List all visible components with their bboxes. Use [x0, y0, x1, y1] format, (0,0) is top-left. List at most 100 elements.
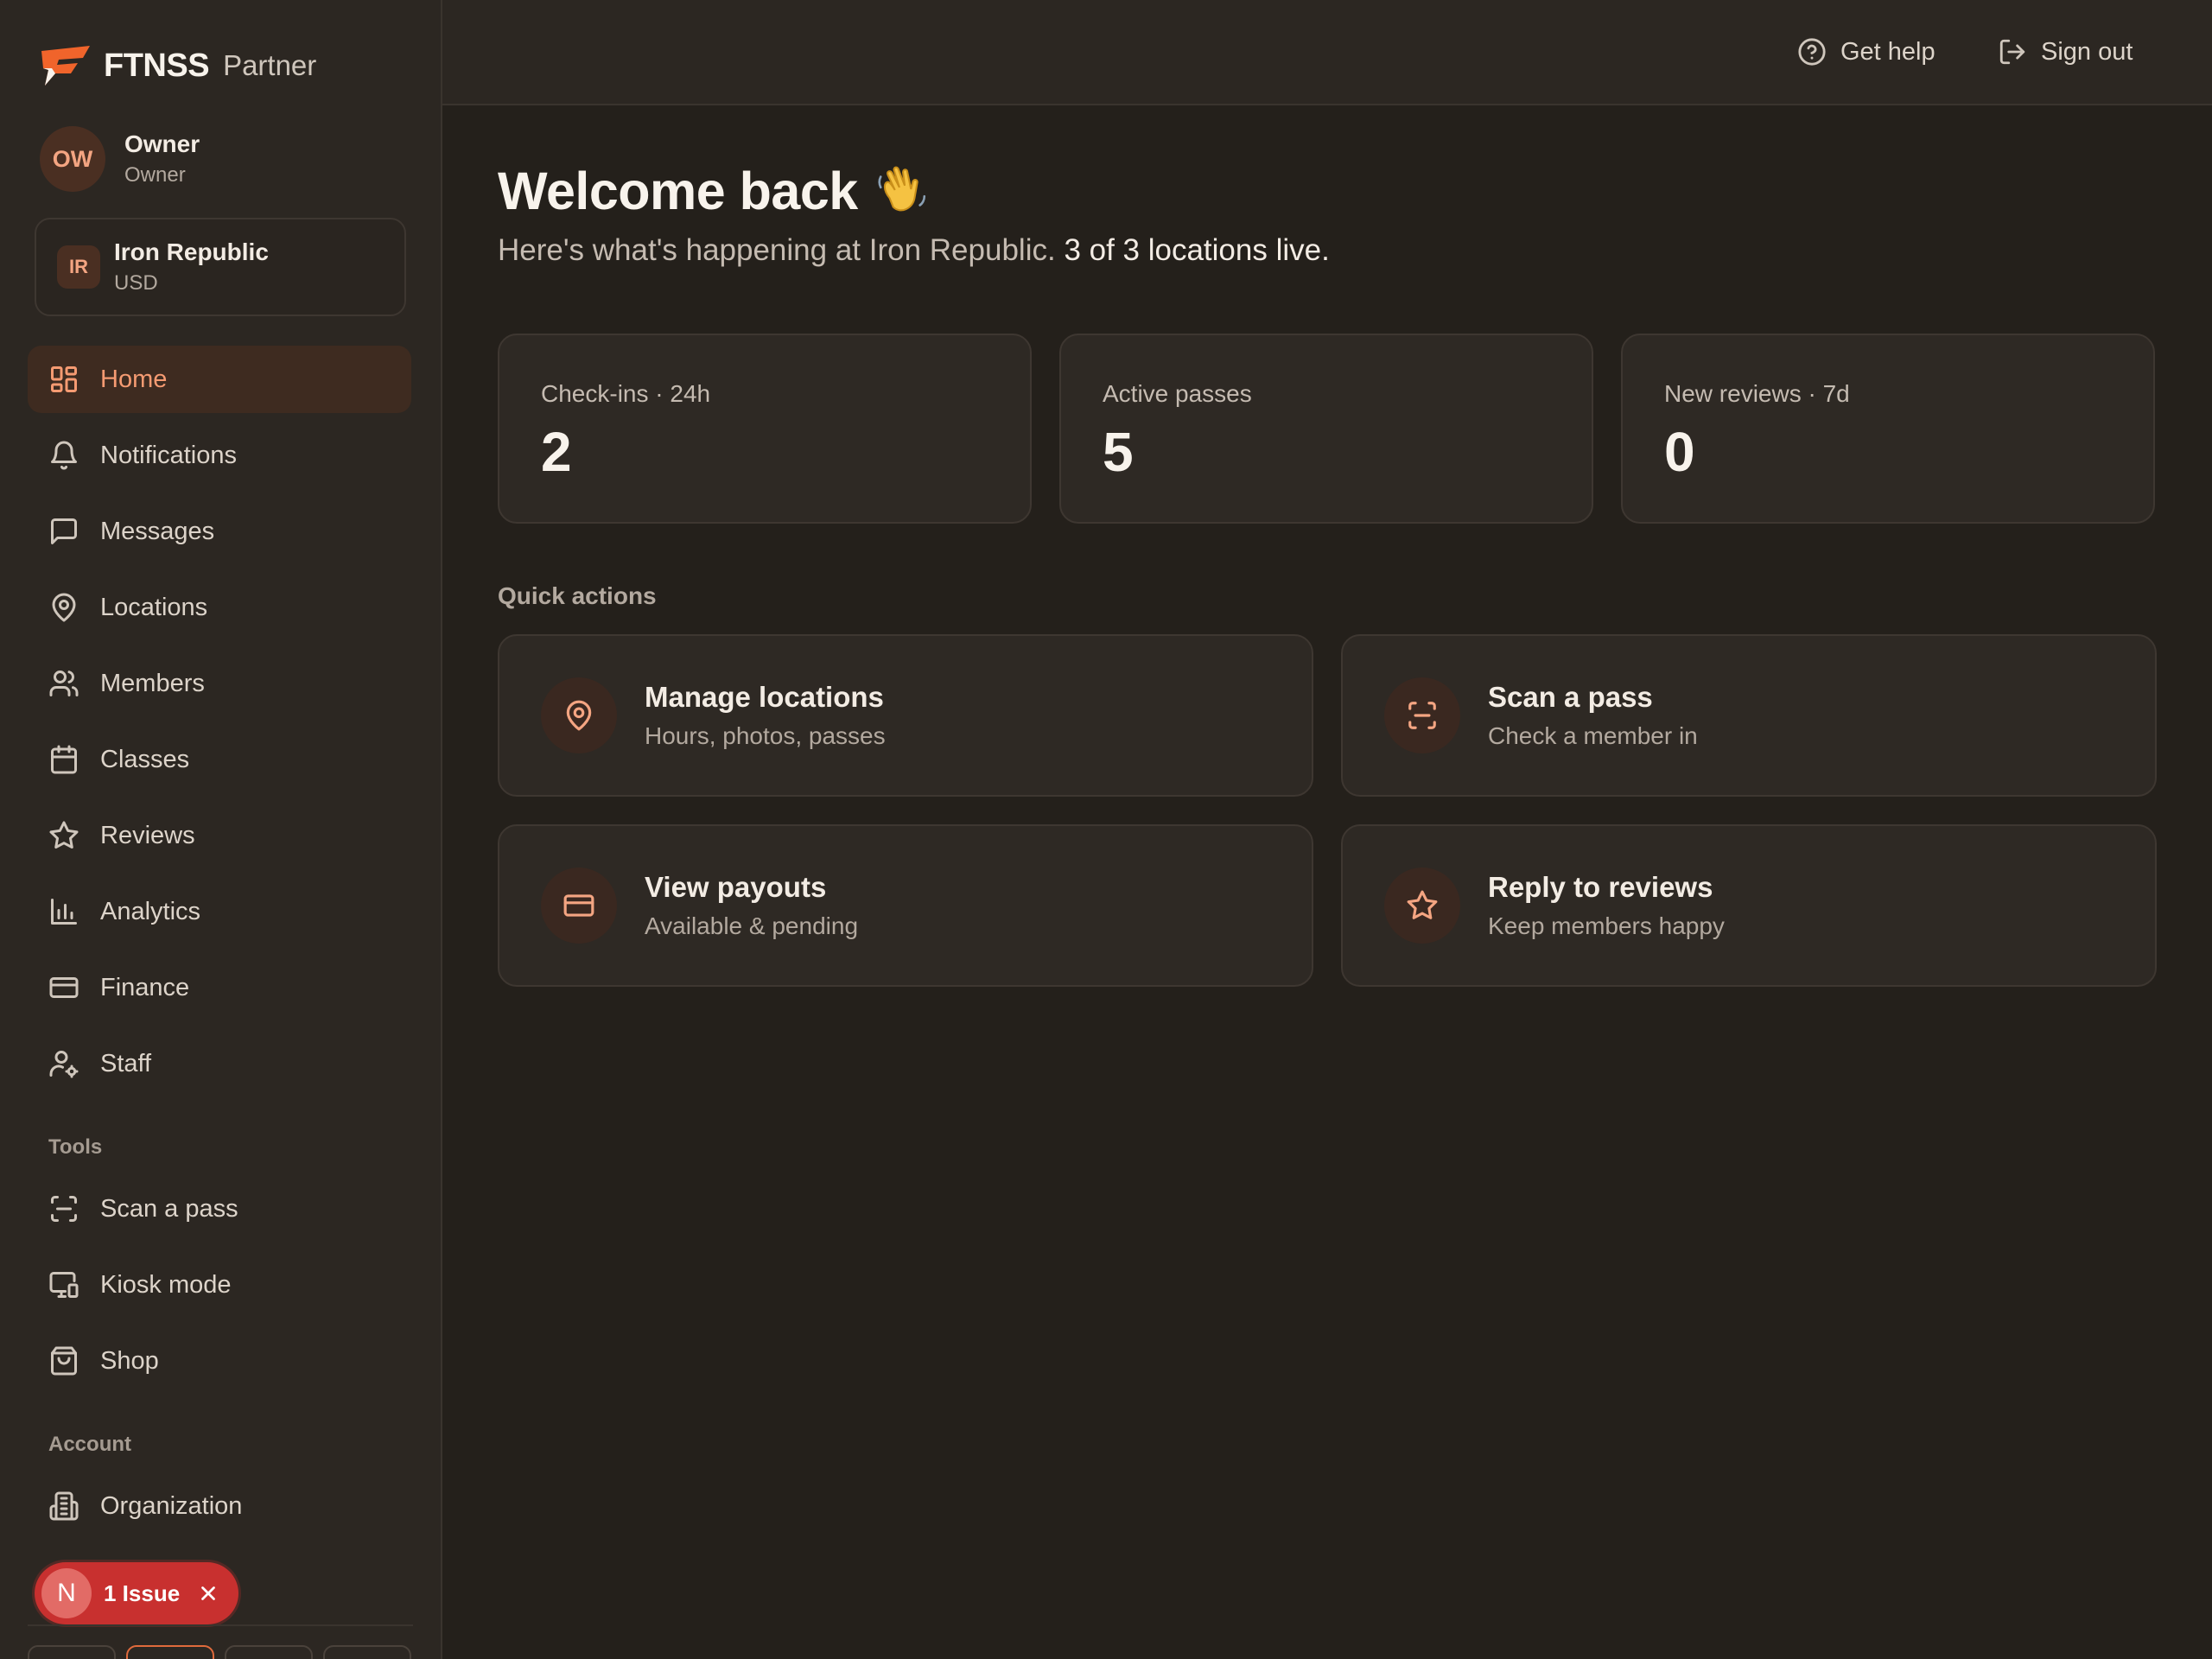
sidebar-item-classes[interactable]: Classes: [28, 726, 411, 793]
section-label-account: Account: [48, 1433, 131, 1456]
action-subtitle: Hours, photos, passes: [645, 722, 886, 749]
user-cog-icon: [49, 1051, 79, 1078]
sidebar-item-label: Reviews: [100, 821, 195, 849]
brand-sub: Partner: [223, 49, 317, 81]
sidebar-item-locations[interactable]: Locations: [28, 574, 411, 641]
sidebar-item-scan-pass[interactable]: Scan a pass: [28, 1175, 411, 1243]
credit-card-icon: [49, 977, 79, 998]
action-subtitle: Available & pending: [645, 912, 859, 939]
sidebar-item-messages[interactable]: Messages: [28, 498, 411, 565]
users-icon: [49, 671, 79, 696]
view-payouts-action[interactable]: View payouts Available & pending: [498, 824, 1313, 987]
log-out-icon: [1999, 39, 2025, 65]
user-profile[interactable]: OW Owner Owner: [40, 126, 200, 192]
sidebar-item-reviews[interactable]: Reviews: [28, 802, 411, 869]
stat-value: 5: [1103, 421, 1134, 483]
bottom-tab[interactable]: [323, 1645, 411, 1659]
manage-locations-action[interactable]: Manage locations Hours, photos, passes: [498, 634, 1313, 797]
get-help-label: Get help: [1840, 37, 1936, 66]
sign-out-button[interactable]: Sign out: [1998, 35, 2133, 69]
sidebar-item-kiosk-mode[interactable]: Kiosk mode: [28, 1251, 411, 1319]
sidebar-item-label: Finance: [100, 973, 190, 1001]
quick-actions-title: Quick actions: [498, 582, 657, 609]
avatar: OW: [40, 126, 105, 192]
sidebar-item-label: Home: [100, 365, 168, 393]
sidebar-item-label: Notifications: [100, 441, 237, 469]
action-title: Scan a pass: [1488, 681, 1653, 713]
stat-label: Check-ins · 24h: [541, 380, 711, 407]
credit-card-icon: [563, 894, 594, 917]
stat-value: 0: [1664, 421, 1695, 483]
organization-switcher[interactable]: IR Iron Republic USD: [35, 218, 406, 316]
sidebar-item-notifications[interactable]: Notifications: [28, 422, 411, 489]
action-title: View payouts: [645, 871, 827, 903]
issue-count: 1 Issue: [104, 1580, 181, 1606]
sidebar-item-analytics[interactable]: Analytics: [28, 878, 411, 945]
section-label-tools: Tools: [48, 1135, 103, 1159]
action-subtitle: Keep members happy: [1488, 912, 1725, 939]
bell-icon: [51, 441, 77, 470]
page-title: Welcome back: [498, 162, 858, 220]
divider: [28, 1624, 413, 1626]
help-circle-icon: [1798, 38, 1826, 66]
sidebar-item-label: Members: [100, 669, 205, 697]
action-icon-wrap: [541, 677, 617, 753]
monitor-icon: [49, 1272, 79, 1298]
grid-icon: [51, 366, 77, 392]
org-currency: USD: [114, 271, 158, 295]
topbar: Get help Sign out: [442, 0, 2212, 105]
sidebar-item-home[interactable]: Home: [28, 346, 411, 413]
bottom-tab[interactable]: [28, 1645, 116, 1659]
action-title: Manage locations: [645, 681, 884, 713]
stat-label: New reviews · 7d: [1664, 380, 1850, 407]
sidebar-item-label: Kiosk mode: [100, 1270, 232, 1299]
org-badge: IR: [57, 245, 100, 289]
brand[interactable]: FTNSS Partner: [40, 45, 316, 86]
sidebar: FTNSS Partner OW Owner Owner IR Iron Rep…: [0, 0, 442, 1659]
action-icon-wrap: [1384, 677, 1460, 753]
scan-icon: [1408, 702, 1436, 729]
sidebar-item-shop[interactable]: Shop: [28, 1327, 411, 1395]
scan-icon: [51, 1196, 77, 1222]
sidebar-item-label: Classes: [100, 745, 190, 773]
action-subtitle: Check a member in: [1488, 722, 1698, 749]
sidebar-item-organization[interactable]: Organization: [28, 1472, 411, 1540]
bottom-tab[interactable]: [225, 1645, 313, 1659]
map-pin-icon: [52, 593, 76, 622]
sidebar-item-label: Analytics: [100, 897, 201, 925]
stat-label: Active passes: [1103, 380, 1252, 407]
get-help-button[interactable]: Get help: [1797, 35, 1936, 69]
map-pin-icon: [566, 700, 592, 731]
building-icon: [49, 1491, 79, 1521]
scan-pass-action[interactable]: Scan a pass Check a member in: [1341, 634, 2157, 797]
message-icon: [51, 518, 77, 544]
sidebar-item-members[interactable]: Members: [28, 650, 411, 717]
issue-letter: N: [41, 1568, 92, 1618]
star-icon: [49, 821, 79, 849]
welcome-header: Welcome back: [498, 161, 931, 221]
reply-reviews-action[interactable]: Reply to reviews Keep members happy: [1341, 824, 2157, 987]
sidebar-item-label: Shop: [100, 1346, 159, 1375]
issues-badge[interactable]: N 1 Issue: [35, 1562, 238, 1624]
subtitle-text: Here's what's happening at Iron Republic…: [498, 233, 1056, 267]
waving-hand-icon: [878, 166, 925, 212]
sidebar-item-label: Organization: [100, 1491, 243, 1520]
org-name: Iron Republic: [114, 238, 269, 265]
stat-card-checkins: Check-ins · 24h 2: [498, 334, 1032, 524]
action-icon-wrap: [1384, 868, 1460, 944]
calendar-icon: [51, 745, 77, 774]
page-subtitle: Here's what's happening at Iron Republic…: [498, 233, 1330, 268]
action-title: Reply to reviews: [1488, 871, 1713, 903]
sidebar-item-label: Scan a pass: [100, 1194, 238, 1223]
bottom-tab-active[interactable]: [126, 1645, 214, 1659]
sidebar-item-staff[interactable]: Staff: [28, 1030, 411, 1097]
user-name: Owner: [124, 130, 200, 157]
stat-value: 2: [541, 421, 572, 483]
sidebar-item-label: Locations: [100, 593, 208, 621]
sidebar-item-finance[interactable]: Finance: [28, 954, 411, 1021]
sidebar-item-label: Staff: [100, 1049, 152, 1077]
sidebar-item-label: Messages: [100, 517, 215, 545]
locations-live-status: 3 of 3 locations live.: [1064, 233, 1330, 267]
stat-card-new-reviews: New reviews · 7d 0: [1621, 334, 2155, 524]
close-icon[interactable]: [197, 1582, 219, 1605]
